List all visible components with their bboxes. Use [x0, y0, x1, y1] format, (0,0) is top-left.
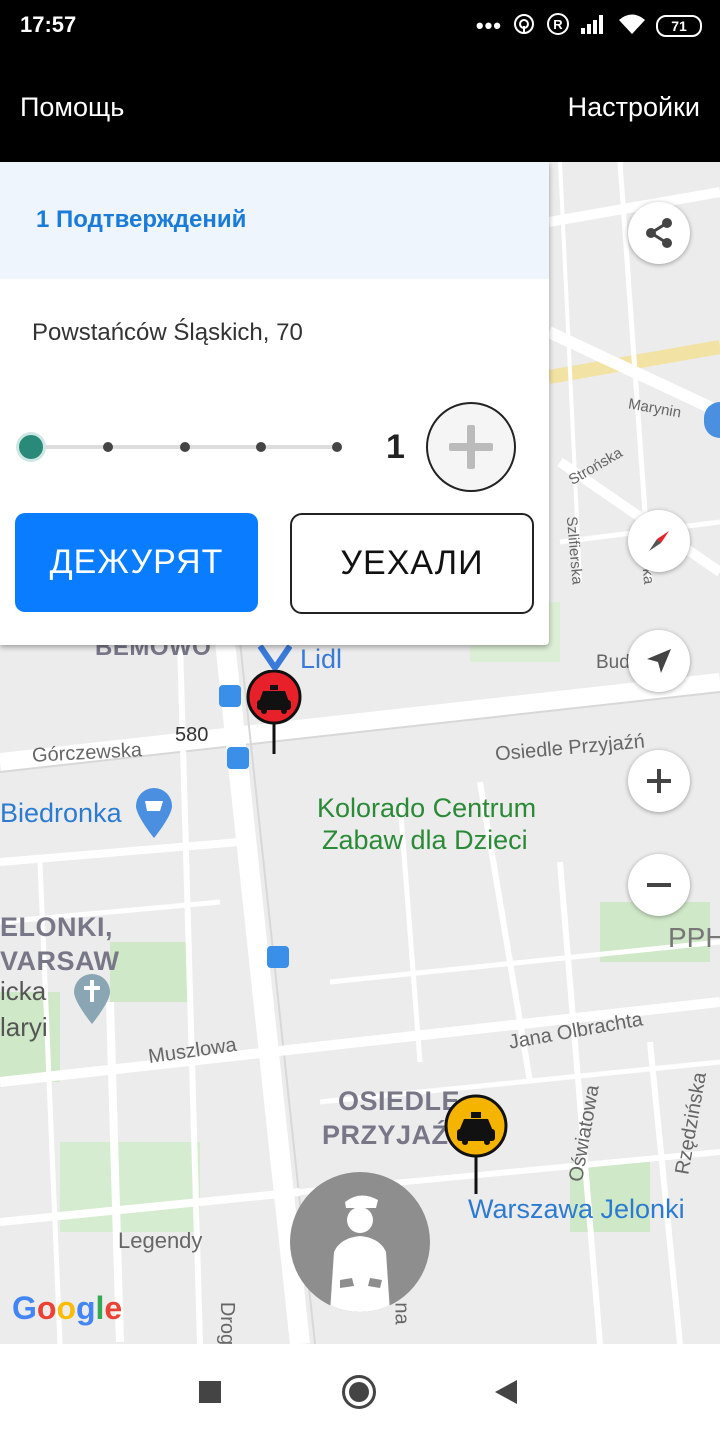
svg-text:R: R	[553, 17, 563, 32]
driver-icon	[330, 1195, 390, 1312]
stepper-dot	[180, 442, 190, 452]
home-icon	[349, 1382, 369, 1402]
biedronka-pin-icon	[134, 788, 174, 845]
tram-icon	[219, 685, 241, 707]
progress-stepper[interactable]	[19, 434, 350, 460]
help-button[interactable]: Помощь	[20, 92, 124, 123]
map-label-osiedle-big-1: OSIEDLE	[338, 1086, 461, 1116]
confirmations-count: 1 Подтверждений	[36, 206, 247, 233]
recents-button[interactable]	[199, 1381, 221, 1403]
left-button[interactable]: УЕХАЛИ	[290, 513, 534, 614]
share-button[interactable]	[628, 202, 690, 264]
google-logo: Google	[12, 1290, 123, 1326]
zoom-in-button[interactable]	[628, 750, 690, 812]
map-label-kolorado-2: Zabaw dla Dzieci	[322, 825, 528, 855]
battery-level: 71	[671, 18, 687, 34]
map-label-road-580: 580	[175, 724, 209, 746]
plus-icon	[449, 425, 493, 469]
zoom-in-icon	[647, 769, 671, 793]
map-label-jelonki-2: VARSAW	[0, 946, 120, 976]
increment-button[interactable]	[426, 402, 516, 492]
map-label-osiedle-big-2: PRZYJAŹ	[322, 1120, 449, 1150]
on-duty-button[interactable]: ДЕЖУРЯТ	[15, 513, 258, 612]
wifi-icon	[618, 13, 646, 40]
app-bar: Помощь Настройки	[0, 52, 720, 162]
compass-button[interactable]	[628, 510, 690, 572]
signal-icon	[580, 13, 608, 40]
share-icon	[646, 218, 672, 248]
church-pin-icon	[72, 974, 112, 1031]
registered-icon: R	[546, 12, 570, 41]
map-label-kolorado-1: Kolorado Centrum	[317, 793, 537, 823]
map-label-jelonki-1: ELONKI,	[0, 912, 114, 942]
settings-button[interactable]: Настройки	[568, 92, 700, 123]
map-label-lidl: Lidl	[300, 644, 343, 674]
driver-button[interactable]	[290, 1172, 430, 1312]
zoom-out-button[interactable]	[628, 854, 690, 916]
map-label-icka: icka	[0, 976, 47, 1006]
compass-icon	[649, 531, 669, 551]
my-location-button[interactable]	[628, 630, 690, 692]
battery-icon: 71	[656, 15, 702, 37]
taxi-pin-yellow[interactable]	[443, 1094, 509, 1201]
map-label-legendy: Legendy	[118, 1228, 203, 1253]
map-label-biedronka: Biedronka	[0, 798, 122, 828]
map-label-aryi: laryi	[0, 1012, 48, 1042]
back-button[interactable]	[495, 1380, 517, 1404]
map-label-pph: PPH	[668, 922, 720, 953]
map-label-na: na	[390, 1302, 413, 1325]
tram-icon	[267, 946, 289, 968]
taxi-pin-red[interactable]	[245, 669, 303, 761]
status-time: 17:57	[20, 12, 77, 37]
card-header: 1 Подтверждений	[0, 162, 549, 279]
status-bar: 17:57 ••• R 71	[0, 0, 720, 52]
status-icons: ••• R 71	[476, 12, 702, 40]
stepper-dot	[332, 442, 342, 452]
stepper-dot	[103, 442, 113, 452]
hotspot-icon	[512, 12, 536, 41]
system-nav-bar	[0, 1344, 720, 1440]
count-value: 1	[386, 428, 405, 466]
home-button[interactable]	[342, 1375, 376, 1409]
order-card: 1 Подтверждений Powstańców Śląskich, 70 …	[0, 162, 549, 645]
address-text: Powstańców Śląskich, 70	[32, 319, 303, 346]
zoom-out-icon	[647, 883, 671, 887]
stepper-dot	[256, 442, 266, 452]
stepper-dot-active	[19, 435, 43, 459]
map-label-bud: Bud	[596, 652, 630, 673]
my-location-icon	[647, 649, 671, 673]
more-icon: •••	[475, 13, 502, 38]
map-label-drog: Drog	[216, 1301, 239, 1344]
